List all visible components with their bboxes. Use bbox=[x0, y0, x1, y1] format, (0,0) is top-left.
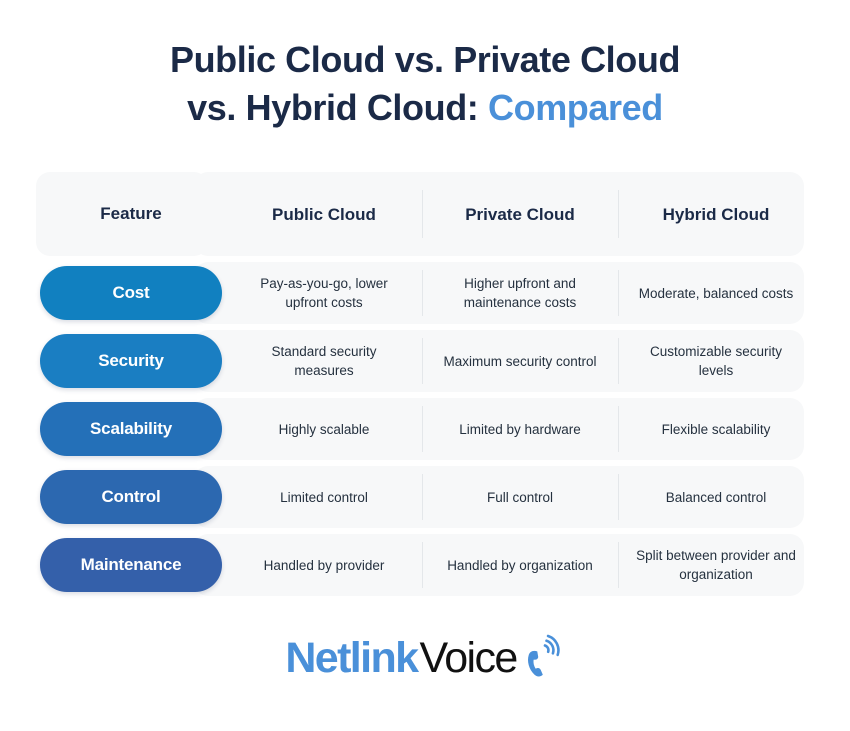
table-row: Security Standard security measures Maxi… bbox=[36, 330, 814, 392]
logo-text-netlink: Netlink bbox=[285, 634, 419, 682]
feature-cell: Cost bbox=[36, 262, 226, 324]
logo-text-voice: Voice bbox=[419, 634, 518, 682]
title-line-1: Public Cloud vs. Private Cloud bbox=[169, 39, 681, 80]
feature-pill-cost[interactable]: Cost bbox=[40, 266, 222, 320]
feature-cell: Scalability bbox=[36, 398, 226, 460]
comparison-table: Feature Public Cloud Private Cloud Hybri… bbox=[36, 172, 814, 602]
feature-pill-scalability[interactable]: Scalability bbox=[40, 402, 222, 456]
cell-private-cloud: Handled by organization bbox=[422, 534, 618, 596]
column-header-hybrid-cloud: Hybrid Cloud bbox=[618, 172, 814, 256]
cell-private-cloud: Limited by hardware bbox=[422, 398, 618, 460]
cell-hybrid-cloud: Moderate, balanced costs bbox=[618, 262, 814, 324]
column-header-public-cloud: Public Cloud bbox=[272, 204, 376, 224]
table-row: Cost Pay-as-you-go, lower upfront costs … bbox=[36, 262, 814, 324]
cell-public-cloud: Handled by provider bbox=[263, 557, 385, 573]
cell-hybrid-cloud: Flexible scalability bbox=[618, 398, 814, 460]
column-header-private-cloud: Private Cloud bbox=[422, 172, 618, 256]
cell-private-cloud: Higher upfront and maintenance costs bbox=[422, 262, 618, 324]
infographic-root: Public Cloud vs. Private Cloud vs. Hybri… bbox=[0, 0, 850, 731]
feature-cell: Control bbox=[36, 466, 226, 528]
cell-public-cloud: Pay-as-you-go, lower upfront costs bbox=[260, 276, 388, 310]
cell-hybrid-cloud: Balanced control bbox=[618, 466, 814, 528]
cell-hybrid-cloud: Split between provider and organization bbox=[618, 534, 814, 596]
cell-public-cloud: Limited control bbox=[280, 489, 368, 505]
table-row: Control Limited control Full control Bal… bbox=[36, 466, 814, 528]
cell-private-cloud: Full control bbox=[422, 466, 618, 528]
title-line-2: vs. Hybrid Cloud: Compared bbox=[0, 84, 850, 132]
feature-pill-control[interactable]: Control bbox=[40, 470, 222, 524]
cell-public-cloud: Standard security measures bbox=[271, 344, 377, 378]
page-title: Public Cloud vs. Private Cloud vs. Hybri… bbox=[0, 36, 850, 132]
table-row: Scalability Highly scalable Limited by h… bbox=[36, 398, 814, 460]
brand-logo: Netlink Voice bbox=[0, 632, 850, 684]
feature-cell: Security bbox=[36, 330, 226, 392]
cell-hybrid-cloud: Customizable security levels bbox=[618, 330, 814, 392]
feature-pill-maintenance[interactable]: Maintenance bbox=[40, 538, 222, 592]
feature-cell: Maintenance bbox=[36, 534, 226, 596]
feature-pill-security[interactable]: Security bbox=[40, 334, 222, 388]
column-header-feature: Feature bbox=[100, 204, 162, 223]
phone-handset-icon bbox=[521, 633, 565, 683]
cell-public-cloud: Highly scalable bbox=[278, 421, 370, 437]
cell-private-cloud: Maximum security control bbox=[422, 330, 618, 392]
title-accent-word: Compared bbox=[488, 87, 663, 128]
table-row: Maintenance Handled by provider Handled … bbox=[36, 534, 814, 596]
table-header-row: Feature Public Cloud Private Cloud Hybri… bbox=[36, 172, 814, 256]
title-line-2-main: vs. Hybrid Cloud: bbox=[187, 87, 479, 128]
